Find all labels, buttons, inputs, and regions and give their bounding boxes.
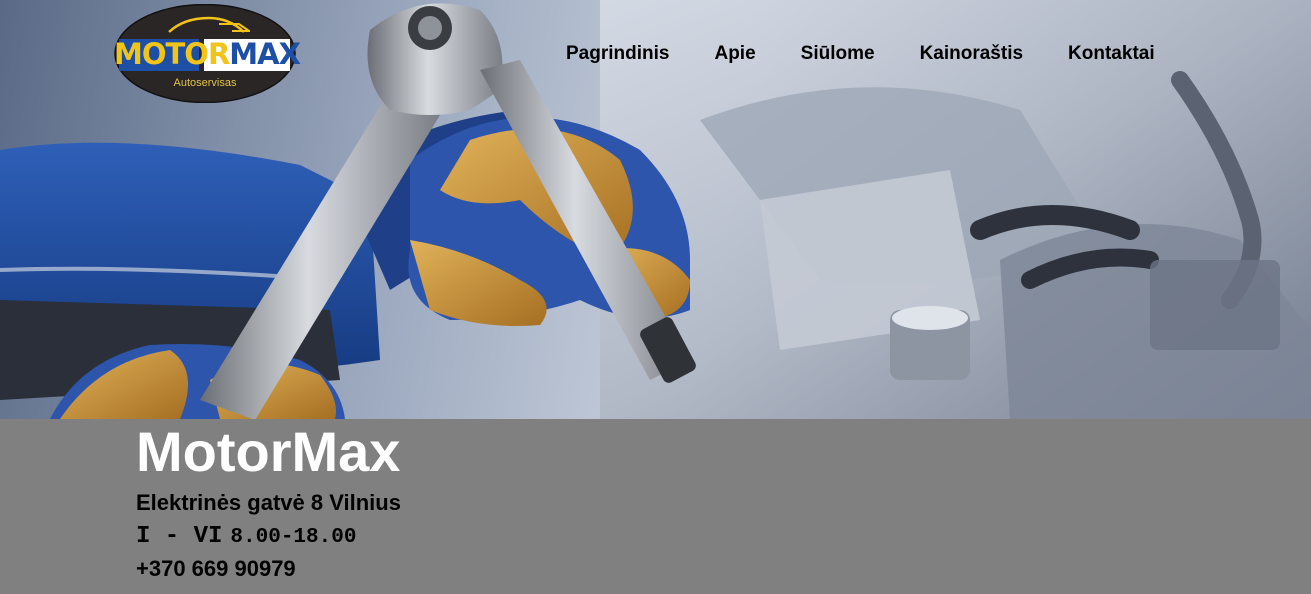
motormax-logo[interactable]: MOTORMAX Autoservisas: [114, 4, 301, 103]
nav-item-apie[interactable]: Apie: [714, 42, 755, 66]
opening-time: 8.00-18.00: [230, 526, 357, 549]
nav-item-kainorastis[interactable]: Kainoraštis: [920, 42, 1023, 66]
main-navigation: Pagrindinis Apie Siūlome Kainoraštis Kon…: [566, 42, 1155, 66]
phone-number[interactable]: +370 669 90979: [136, 555, 296, 583]
logo-part-max: MAX: [229, 37, 301, 71]
brand-title: MotorMax: [136, 420, 401, 483]
page: MOTORMAX Autoservisas Pagrindinis Apie S…: [0, 0, 1311, 594]
logo-part-motor: MOTOR: [114, 37, 230, 71]
logo-subtitle: Autoservisas: [173, 77, 237, 89]
nav-item-pagrindinis[interactable]: Pagrindinis: [566, 42, 669, 66]
opening-hours: I - VI 8.00-18.00: [136, 522, 356, 553]
logo-wordmark: MOTORMAX: [114, 37, 301, 71]
nav-item-kontaktai[interactable]: Kontaktai: [1068, 42, 1155, 66]
hero-banner: MOTORMAX Autoservisas Pagrindinis Apie S…: [0, 0, 1311, 419]
nav-item-siulome[interactable]: Siūlome: [801, 42, 875, 66]
opening-days: I - VI: [136, 523, 223, 550]
address: Elektrinės gatvė 8 Vilnius: [136, 490, 401, 515]
